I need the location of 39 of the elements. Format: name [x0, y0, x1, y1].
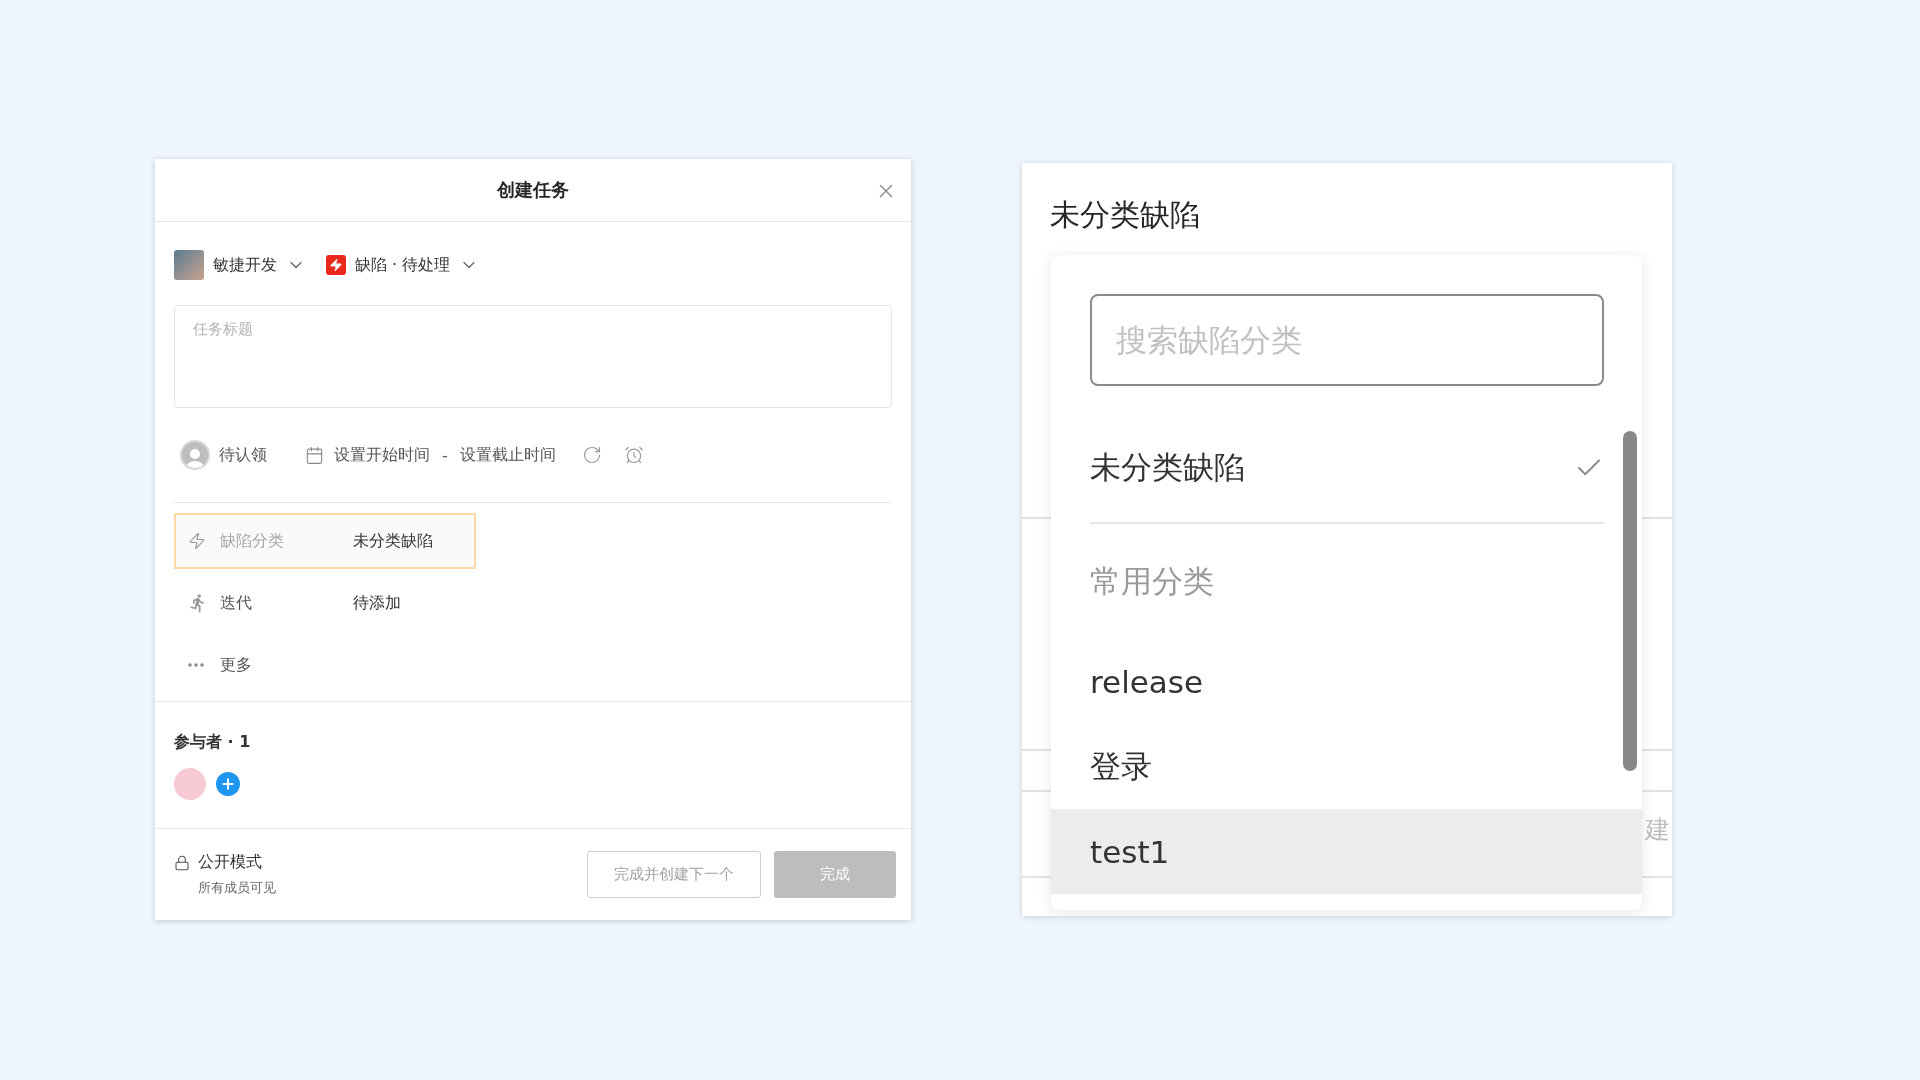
field-value: 未分类缺陷 — [353, 530, 433, 552]
plus-icon — [220, 776, 236, 792]
calendar-icon — [305, 445, 324, 465]
dropdown-option[interactable]: 登录 — [1051, 724, 1642, 809]
field-row[interactable]: 更多 — [174, 637, 476, 693]
task-title-field[interactable]: 任务标题 — [174, 305, 892, 408]
user-icon — [180, 440, 210, 470]
scrollbar[interactable] — [1623, 431, 1637, 771]
visibility-hint: 所有成员可见 — [198, 879, 276, 897]
field-value: 待添加 — [353, 592, 401, 614]
field-row[interactable]: 缺陷分类 未分类缺陷 — [174, 513, 476, 569]
lock-icon — [174, 855, 190, 871]
participant-avatar — [174, 768, 206, 800]
add-participant-button[interactable] — [216, 772, 240, 796]
participants-title: 参与者 · 1 — [174, 731, 252, 753]
date-separator: - — [442, 445, 448, 465]
field-label: 缺陷分类 — [220, 530, 285, 552]
project-picker[interactable]: 敏捷开发 — [174, 250, 306, 280]
lightning-icon — [188, 532, 206, 550]
dialog-title: 创建任务 — [497, 178, 569, 202]
assignee-button[interactable]: 待认领 — [180, 440, 267, 470]
category-title: 未分类缺陷 — [1050, 196, 1200, 234]
alarm-clock-icon[interactable] — [623, 445, 644, 465]
dropdown-option[interactable]: 未分类缺陷 — [1090, 414, 1604, 524]
more-icon — [188, 663, 204, 667]
start-date-link[interactable]: 设置开始时间 — [334, 444, 430, 466]
group-header: 常用分类 — [1090, 561, 1215, 601]
search-field[interactable]: 搜索缺陷分类 — [1090, 294, 1604, 386]
field-label: 迭代 — [220, 592, 253, 614]
photo-placeholder — [174, 250, 204, 280]
dropdown-option[interactable]: test1 — [1051, 809, 1642, 894]
task-type-picker[interactable]: 缺陷 · 待处理 — [326, 254, 480, 276]
due-date-link[interactable]: 设置截止时间 — [459, 444, 556, 466]
field-label: 更多 — [220, 654, 253, 676]
partial-text: 建 — [1645, 814, 1670, 846]
visibility-label: 公开模式 — [198, 852, 263, 873]
repeat-icon[interactable] — [581, 445, 602, 465]
field-row[interactable]: 迭代 待添加 — [174, 575, 476, 631]
dropdown-option[interactable]: release — [1051, 639, 1642, 724]
